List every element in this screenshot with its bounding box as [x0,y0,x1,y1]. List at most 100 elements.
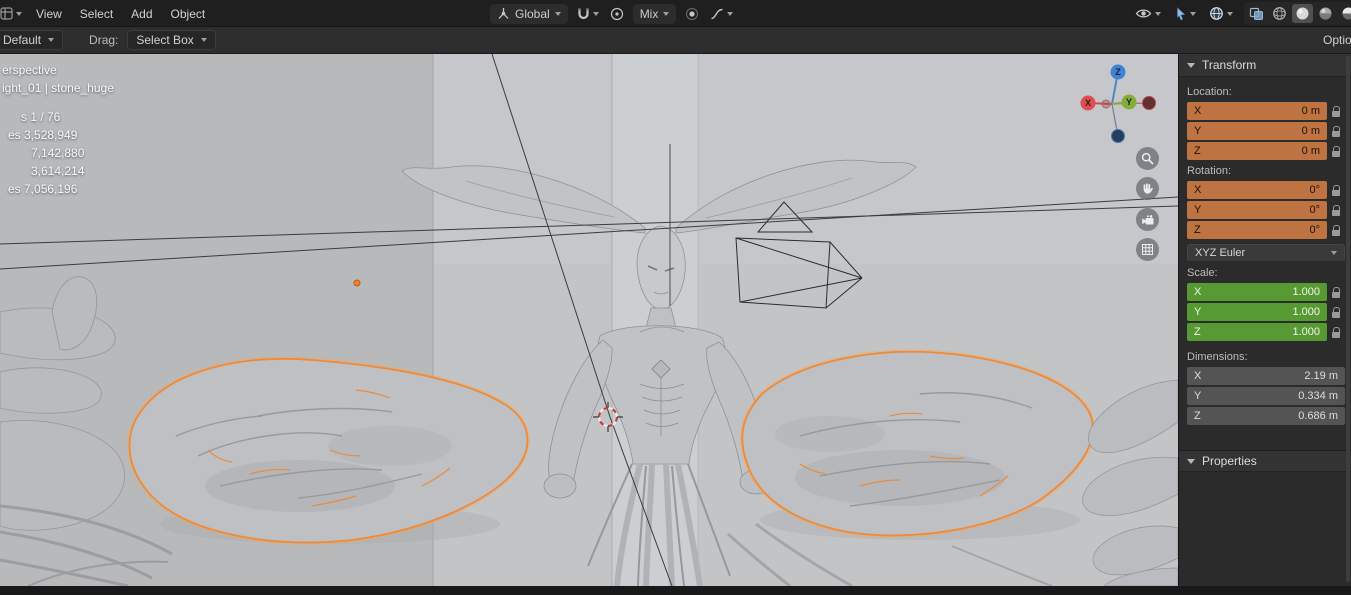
scale-x-row: X 1.000 [1187,283,1345,301]
transform-orientation-dropdown[interactable]: Global [490,3,568,24]
axis-label: Y [1194,204,1202,216]
lock-icon[interactable] [1327,183,1345,198]
rotation-z-field[interactable]: Z 0° [1187,221,1327,239]
field-value: 0.686 m [1298,410,1338,422]
shading-material-button[interactable] [1315,4,1336,23]
options-button[interactable]: Options [1323,33,1351,47]
panel-scrollbar[interactable] [1346,56,1350,582]
drag-label: Drag: [89,33,119,47]
viewport-stats: erspective ight_01 | stone_huge s 1 / 76… [2,61,114,198]
panel-header-transform[interactable]: Transform [1179,54,1351,77]
location-z-row: Z 0 m [1187,142,1345,160]
camera-view-button[interactable] [1136,208,1159,231]
lock-icon[interactable] [1327,104,1345,119]
3d-viewport[interactable]: erspective ight_01 | stone_huge s 1 / 76… [0,54,1178,586]
field-value: 0 m [1301,145,1320,157]
proportional-editing-button[interactable] [608,5,626,23]
orientation-value: Global [515,6,550,21]
location-z-field[interactable]: Z 0 m [1187,142,1327,160]
lock-icon[interactable] [1327,203,1345,218]
editor-type-icon [0,7,13,20]
xray-squares-icon [1249,7,1263,20]
chevron-down-icon [554,11,561,16]
lock-icon[interactable] [1327,223,1345,238]
drag-mode-select[interactable]: Select Box [127,30,216,50]
shading-rendered-button[interactable] [1338,4,1351,23]
scale-z-row: Z 1.000 [1187,323,1345,341]
toggle-xray-button[interactable] [1246,4,1267,23]
location-y-field[interactable]: Y 0 m [1187,122,1327,140]
field-value: 1.000 [1292,306,1320,318]
rotation-x-row: X 0° [1187,181,1345,199]
menu-view[interactable]: View [27,3,71,25]
gizmo-axis-z-negative[interactable] [1111,129,1125,143]
dimensions-x-field[interactable]: X 2.19 m [1187,367,1345,385]
field-value: 2.19 m [1304,370,1338,382]
lock-icon[interactable] [1327,305,1345,320]
dimensions-z-row: Z 0.686 m [1187,407,1345,425]
gizmo-axis-x-negative[interactable] [1142,96,1156,110]
show-overlays-dropdown[interactable] [1207,4,1235,23]
stat-faces: 3,614,214 [31,164,85,178]
chevron-down-icon [1155,11,1161,16]
options-label: Options [1323,33,1351,47]
dimensions-z-field[interactable]: Z 0.686 m [1187,407,1345,425]
snap-toggle-button[interactable] [575,5,601,23]
perspective-toggle-button[interactable] [1136,238,1159,261]
lock-icon[interactable] [1327,124,1345,139]
chevron-down-icon [1187,62,1195,68]
chevron-down-icon [16,11,22,16]
pan-button[interactable] [1136,177,1159,200]
object-origin-dot[interactable] [353,279,361,287]
scale-z-field[interactable]: Z 1.000 [1187,323,1327,341]
editor-type-button[interactable] [0,5,27,22]
axis-label: X [1194,184,1202,196]
lock-icon[interactable] [1327,285,1345,300]
drag-mode-value: Select Box [136,33,194,47]
magnifier-icon [1141,152,1154,165]
object-visibility-dropdown[interactable] [1133,5,1163,22]
zoom-button[interactable] [1136,147,1159,170]
blend-mode-dropdown[interactable]: Mix [632,3,677,24]
scale-x-field[interactable]: X 1.000 [1187,283,1327,301]
field-value: 1.000 [1292,286,1320,298]
gizmo-axis-y-negative[interactable] [1101,99,1111,109]
selected-stone-right[interactable] [740,349,1095,540]
rotation-y-field[interactable]: Y 0° [1187,201,1327,219]
gizmo-y-label: Y [1126,97,1132,107]
navigation-gizmo[interactable]: X Y Z [1076,58,1160,146]
falloff-curve-button[interactable] [708,5,735,23]
rotation-x-field[interactable]: X 0° [1187,181,1327,199]
shading-solid-button[interactable] [1292,4,1313,23]
bottom-editor-strip [0,586,1351,595]
stat-objects: s 1 / 76 [21,110,61,124]
properties-panel-title: Properties [1202,454,1257,468]
rotation-mode-value: XYZ Euler [1195,247,1246,259]
scale-y-field[interactable]: Y 1.000 [1187,303,1327,321]
field-value: 0.334 m [1298,390,1338,402]
axis-label: X [1194,105,1202,117]
panel-header-properties[interactable]: Properties [1179,450,1351,472]
wireframe-sphere-icon [1273,7,1286,20]
location-x-field[interactable]: X 0 m [1187,102,1327,120]
show-gizmo-dropdown[interactable] [1172,5,1198,23]
axis-label: Z [1194,145,1201,157]
menu-select[interactable]: Select [71,3,122,25]
lock-icon[interactable] [1327,325,1345,340]
header-menus: View Select Add Object [0,0,214,27]
rendered-sphere-icon [1342,7,1351,20]
chevron-down-icon [200,38,207,42]
grid-icon [1142,244,1153,255]
selected-stone-left[interactable] [127,356,530,545]
menu-object[interactable]: Object [162,3,215,25]
dimensions-y-field[interactable]: Y 0.334 m [1187,387,1345,405]
rotation-mode-dropdown[interactable]: XYZ Euler [1187,244,1345,262]
falloff-dot-button[interactable] [683,5,701,23]
tool-preset-select[interactable]: Default [0,30,64,50]
lock-icon[interactable] [1327,144,1345,159]
chevron-down-icon [592,11,599,16]
field-value: 0 m [1301,105,1320,117]
menu-add[interactable]: Add [122,3,161,25]
chevron-down-icon [1227,11,1233,16]
shading-wireframe-button[interactable] [1269,4,1290,23]
